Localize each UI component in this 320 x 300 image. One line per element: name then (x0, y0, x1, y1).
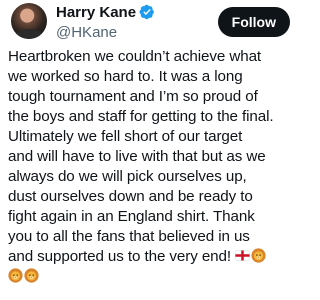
avatar[interactable] (11, 3, 47, 39)
tweet-card: Harry Kane @HKane Follow Heartbroken we … (0, 0, 300, 300)
tweet-line-with-emoji: and supported us to the very end! (8, 247, 300, 267)
tweet-line: always do we will pick ourselves up, (8, 168, 247, 185)
tweet-line: Ultimately we fell short of our target (8, 128, 243, 145)
tweet-line: dust ourselves down and be ready to (8, 188, 253, 205)
author-display-name[interactable]: Harry Kane (56, 4, 136, 21)
name-row: Harry Kane (56, 2, 155, 22)
lion-face-icon (24, 268, 39, 283)
tweet-body: Heartbroken we couldn’t achieve what we … (8, 47, 300, 287)
follow-button[interactable]: Follow (217, 7, 290, 37)
verified-badge-icon (139, 4, 154, 20)
author-names: Harry Kane @HKane (56, 2, 155, 41)
author-handle[interactable]: @HKane (56, 24, 155, 41)
tweet-line-with-emoji (8, 267, 300, 287)
tweet-header: Harry Kane @HKane Follow (11, 0, 300, 46)
avatar-shirt (15, 29, 43, 39)
lion-face-icon (251, 248, 266, 263)
tweet-line-text: and supported us to the very end! (8, 248, 231, 265)
tweet-line: and will have to live with that but as w… (8, 148, 266, 165)
tweet-line: tough tournament and I’m so proud of (8, 88, 258, 105)
tweet-line: we worked so hard to. It was a long (8, 68, 243, 85)
england-flag-icon (235, 250, 250, 261)
tweet-line: fight again in an England shirt. Thank (8, 208, 255, 225)
tweet-line: Heartbroken we couldn’t achieve what (8, 48, 262, 65)
tweet-line: the boys and staff for getting to the fi… (8, 108, 274, 125)
lion-face-icon (8, 268, 23, 283)
tweet-line: you to all the fans that believed in us (8, 228, 250, 245)
